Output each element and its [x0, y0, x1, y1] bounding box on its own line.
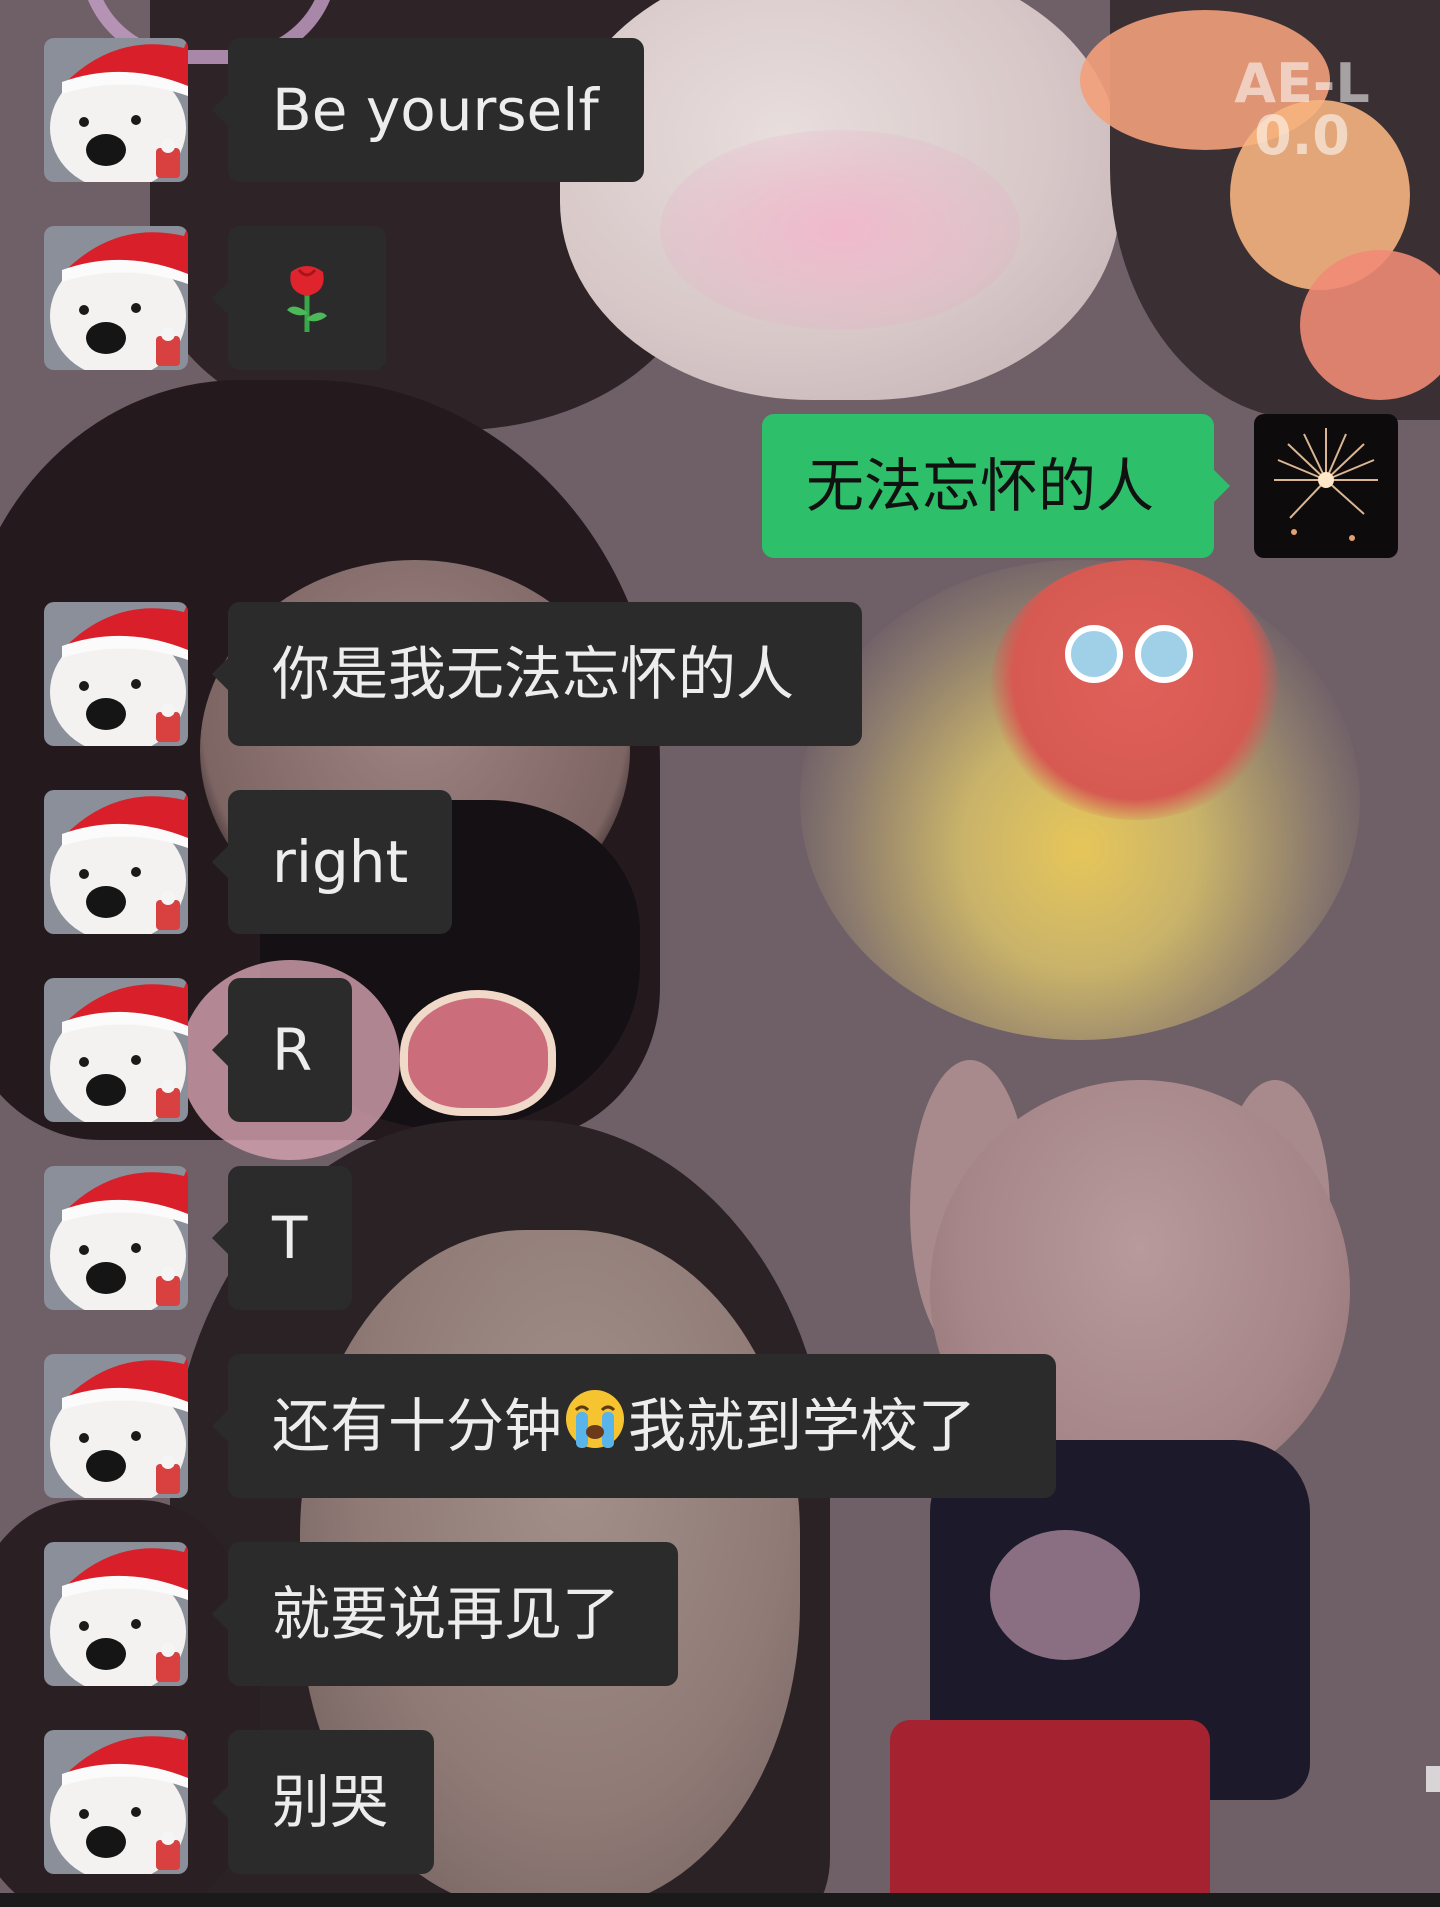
message-bubble-outgoing[interactable]: 无法忘怀的人 [762, 414, 1230, 558]
message-text: Be yourself [272, 76, 599, 144]
message-row: 无法忘怀的人 [0, 414, 1440, 558]
contact-avatar[interactable] [44, 978, 188, 1122]
message-bubble-incoming[interactable]: 🌹 [212, 226, 386, 370]
message-row: Be yourself [0, 38, 1440, 182]
contact-avatar[interactable] [44, 38, 188, 182]
white-puppy-santa-hat-icon [44, 1542, 188, 1686]
message-bubble-incoming[interactable]: 就要说再见了 [212, 1542, 678, 1686]
message-bubble-incoming[interactable]: T [212, 1166, 352, 1310]
message-text: right [272, 828, 409, 896]
message-row: 就要说再见了 [0, 1542, 1440, 1686]
message-bubble-incoming[interactable]: 你是我无法忘怀的人 [212, 602, 862, 746]
white-puppy-santa-hat-icon [44, 1730, 188, 1874]
loudly-crying-face-icon [564, 1388, 626, 1464]
contact-avatar[interactable] [44, 1354, 188, 1498]
contact-avatar[interactable] [44, 790, 188, 934]
contact-avatar[interactable] [44, 602, 188, 746]
message-row: 别哭 [0, 1730, 1440, 1874]
message-bubble-incoming[interactable]: right [212, 790, 452, 934]
white-puppy-santa-hat-icon [44, 226, 188, 370]
white-puppy-santa-hat-icon [44, 1166, 188, 1310]
message-row: 还有十分钟 😭 我就到学校了 [0, 1354, 1440, 1498]
message-bubble-incoming[interactable]: Be yourself [212, 38, 644, 182]
contact-avatar[interactable] [44, 1542, 188, 1686]
contact-avatar[interactable] [44, 226, 188, 370]
message-text: R [272, 1016, 313, 1084]
message-bubble-incoming[interactable]: 别哭 [212, 1730, 434, 1874]
message-row: right [0, 790, 1440, 934]
white-puppy-santa-hat-icon [44, 38, 188, 182]
self-avatar[interactable] [1254, 414, 1398, 558]
fireworks-icon [1254, 414, 1398, 558]
message-row: T [0, 1166, 1440, 1310]
white-puppy-santa-hat-icon [44, 602, 188, 746]
message-text-before-emoji: 还有十分钟 [272, 1392, 563, 1460]
message-bubble-incoming[interactable]: R [212, 978, 352, 1122]
contact-avatar[interactable] [44, 1730, 188, 1874]
white-puppy-santa-hat-icon [44, 1354, 188, 1498]
message-bubble-incoming[interactable]: 还有十分钟 😭 我就到学校了 [212, 1354, 1056, 1498]
message-text: 就要说再见了 [272, 1580, 621, 1648]
contact-avatar[interactable] [44, 1166, 188, 1310]
chat-window: AE-L 0.0 Be yourself 无法忘怀的人 你是我无法忘怀的人 ri… [0, 0, 1440, 1907]
message-text: 你是我无法忘怀的人 [272, 640, 795, 708]
white-puppy-santa-hat-icon [44, 790, 188, 934]
message-row: 你是我无法忘怀的人 [0, 602, 1440, 746]
message-text: T [272, 1204, 308, 1272]
message-text: 别哭 [272, 1768, 389, 1836]
rose-icon [287, 266, 327, 332]
message-text-after-emoji: 我就到学校了 [628, 1392, 977, 1460]
message-row: 🌹 [0, 226, 1440, 370]
white-puppy-santa-hat-icon [44, 978, 188, 1122]
message-text: 无法忘怀的人 [806, 452, 1155, 520]
message-row: R [0, 978, 1440, 1122]
bottom-edge-bar [0, 1893, 1440, 1907]
